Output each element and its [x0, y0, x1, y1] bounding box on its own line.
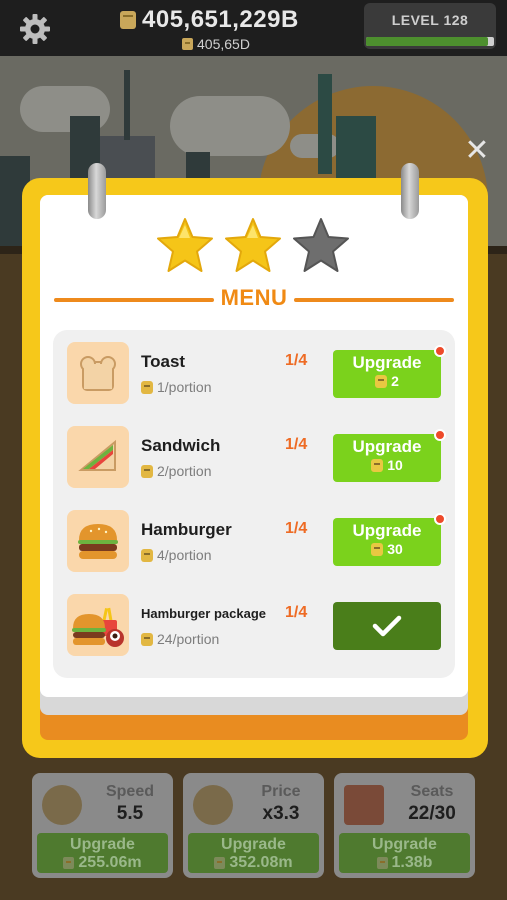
- star-filled-icon: [225, 218, 281, 272]
- star-filled-icon: [157, 218, 213, 272]
- hamburger-icon: [67, 510, 129, 572]
- menu-item-hamburger: Hamburger 4/portion 1/4 Upgrade 30: [53, 498, 455, 578]
- ticket-icon: [371, 542, 384, 556]
- speed-upgrade-button[interactable]: Upgrade 255.06m: [37, 833, 168, 873]
- item-portion: 2/portion: [157, 463, 212, 479]
- sandwich-icon: [67, 426, 129, 488]
- button-label: Upgrade: [352, 353, 422, 372]
- stat-value: x3.3: [262, 803, 300, 824]
- stat-card-seats: Seats 22/30 Upgrade 1.38b: [334, 773, 475, 878]
- menu-header: MENU: [54, 285, 454, 315]
- seats-upgrade-button[interactable]: Upgrade 1.38b: [339, 833, 470, 873]
- top-bar: 405,651,229B 405,65D LEVEL 128: [0, 0, 507, 56]
- star-rating: [155, 216, 355, 276]
- sandwich-upgrade-button[interactable]: Upgrade 10: [333, 429, 446, 482]
- item-count: 1/4: [285, 352, 308, 369]
- ticket-icon: [375, 374, 388, 388]
- menu-list: Toast 1/portion 1/4 Upgrade 2 Sandwich 2…: [53, 330, 455, 678]
- level-panel: LEVEL 128: [364, 3, 496, 49]
- item-portion: 1/portion: [157, 379, 212, 395]
- stat-value: 5.5: [116, 803, 144, 824]
- stopwatch-icon: [42, 785, 82, 825]
- checkmark-icon: [372, 615, 402, 637]
- item-count: 1/4: [285, 436, 308, 453]
- stat-name: Seats: [410, 783, 454, 800]
- hamburger-package-done-button[interactable]: [333, 602, 441, 650]
- level-progress-bar: [366, 37, 494, 46]
- ticket-icon: [371, 458, 384, 472]
- ticket-icon: [120, 11, 136, 29]
- close-icon: ✕: [464, 134, 490, 167]
- ticket-icon: [141, 632, 153, 646]
- toast-icon: [67, 342, 129, 404]
- button-cost: 10: [387, 457, 403, 473]
- level-progress-fill: [366, 37, 488, 46]
- stat-name: Speed: [105, 783, 154, 800]
- item-name: Sandwich: [141, 436, 221, 455]
- item-count: 1/4: [285, 520, 308, 537]
- menu-title: MENU: [220, 285, 288, 310]
- button-label: Upgrade: [70, 836, 135, 853]
- currency-display: 405,651,229B 405,65D: [120, 6, 330, 52]
- binder-ring-right: [401, 163, 419, 219]
- money-main: 405,651,229B: [142, 6, 299, 33]
- hamburger-package-icon: [67, 594, 129, 656]
- stat-card-price: Price x3.3 Upgrade 352.08m: [183, 773, 324, 878]
- hamburger-upgrade-button[interactable]: Upgrade 30: [333, 513, 446, 566]
- button-cost: 255.06m: [78, 854, 142, 871]
- settings-button[interactable]: [18, 12, 52, 46]
- close-button[interactable]: ✕: [462, 136, 492, 166]
- button-label: Upgrade: [372, 836, 437, 853]
- menu-item-sandwich: Sandwich 2/portion 1/4 Upgrade 10: [53, 414, 455, 494]
- stat-value: 22/30: [408, 803, 456, 824]
- button-label: Upgrade: [352, 521, 422, 540]
- button-cost: 30: [387, 541, 403, 557]
- ticket-icon: [214, 857, 226, 869]
- ticket-icon: [141, 464, 153, 478]
- sofa-icon: [344, 785, 384, 825]
- star-empty-icon: [293, 218, 349, 272]
- ticket-icon: [182, 38, 193, 50]
- price-upgrade-button[interactable]: Upgrade 352.08m: [188, 833, 319, 873]
- money-sub: 405,65D: [197, 36, 250, 52]
- notification-dot: [434, 513, 446, 525]
- item-name: Hamburger package: [141, 606, 266, 621]
- notification-dot: [434, 345, 446, 357]
- item-portion: 24/portion: [157, 631, 220, 647]
- button-cost: 2: [391, 373, 399, 389]
- button-cost: 352.08m: [229, 854, 293, 871]
- item-portion: 4/portion: [157, 547, 212, 563]
- menu-item-toast: Toast 1/portion 1/4 Upgrade 2: [53, 330, 455, 410]
- button-label: Upgrade: [221, 836, 286, 853]
- ticket-icon: [63, 857, 75, 869]
- toast-upgrade-button[interactable]: Upgrade 2: [333, 345, 446, 398]
- binder-ring-left: [88, 163, 106, 219]
- ticket-icon: [141, 548, 153, 562]
- notification-dot: [434, 429, 446, 441]
- stat-card-speed: Speed 5.5 Upgrade 255.06m: [32, 773, 173, 878]
- item-name: Hamburger: [141, 520, 232, 539]
- button-label: Upgrade: [352, 437, 422, 456]
- ticket-icon: [141, 380, 153, 394]
- item-count: 1/4: [285, 604, 308, 621]
- level-label: LEVEL 128: [391, 12, 469, 28]
- money-bag-icon: [193, 785, 233, 825]
- button-cost: 1.38b: [391, 854, 433, 871]
- ticket-icon: [376, 857, 388, 869]
- menu-item-hamburger-package: Hamburger package 24/portion 1/4: [53, 582, 455, 662]
- gear-icon: [20, 14, 50, 44]
- stat-name: Price: [261, 783, 301, 800]
- item-name: Toast: [141, 352, 186, 371]
